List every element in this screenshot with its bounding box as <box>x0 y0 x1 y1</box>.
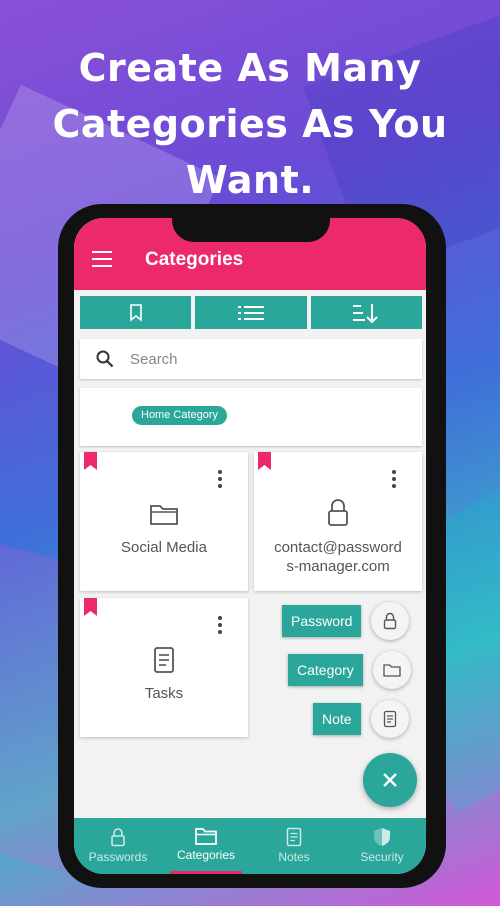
nav-passwords[interactable]: Passwords <box>74 818 162 874</box>
folder-icon <box>383 664 401 677</box>
list-icon <box>237 305 264 320</box>
phone-notch <box>172 204 330 242</box>
add-note-label[interactable]: Note <box>313 703 361 735</box>
bottom-navigation: Passwords Categories Notes Security <box>74 818 426 874</box>
add-category-label[interactable]: Category <box>288 654 363 686</box>
app-screen: Categories Home Category <box>74 218 426 874</box>
more-options-icon[interactable] <box>392 470 396 491</box>
nav-label: Passwords <box>88 850 148 864</box>
search-bar <box>80 339 422 379</box>
home-category-chip[interactable]: Home Category <box>132 406 228 425</box>
category-card-contact[interactable]: contact@password s-manager.com <box>254 452 422 591</box>
bookmark-icon <box>84 598 97 616</box>
add-password-button[interactable] <box>371 602 410 640</box>
more-options-icon[interactable] <box>218 616 222 637</box>
shield-icon <box>374 828 390 846</box>
nav-notes[interactable]: Notes <box>250 818 338 874</box>
lock-icon <box>254 498 422 528</box>
category-card-social-media[interactable]: Social Media <box>80 452 248 591</box>
promo-headline: Create As Many Categories As You Want. <box>0 40 500 208</box>
active-tab-indicator <box>170 871 242 874</box>
card-label: Social Media <box>121 539 207 556</box>
note-icon <box>383 710 396 728</box>
bookmark-icon <box>129 303 142 322</box>
nav-security[interactable]: Security <box>338 818 426 874</box>
lock-icon <box>384 612 397 630</box>
lock-icon <box>111 828 125 847</box>
nav-label: Notes <box>278 850 310 864</box>
close-fab-button[interactable] <box>363 753 417 807</box>
close-icon <box>383 773 397 787</box>
bookmark-icon <box>258 452 271 470</box>
fab-option-note: Note <box>313 700 409 738</box>
headline-line-1: Create As Many <box>78 46 422 90</box>
nav-label: Security <box>360 850 404 864</box>
sort-button[interactable] <box>310 296 422 329</box>
note-icon <box>286 827 302 847</box>
sort-icon <box>353 303 379 323</box>
card-label-line-1: contact@password <box>274 539 402 556</box>
headline-line-2: Categories As You Want. <box>52 102 448 202</box>
bookmark-filter-button[interactable] <box>80 296 192 329</box>
more-options-icon[interactable] <box>218 470 222 491</box>
search-input[interactable] <box>130 350 390 368</box>
category-card-tasks[interactable]: Tasks <box>80 598 248 737</box>
fab-option-category: Category <box>288 651 411 689</box>
bookmark-icon <box>84 452 97 470</box>
card-label-line-2: s-manager.com <box>286 558 390 575</box>
card-label: Tasks <box>144 685 184 702</box>
nav-categories[interactable]: Categories <box>162 818 250 874</box>
nav-label: Categories <box>176 848 236 862</box>
add-note-button[interactable] <box>370 700 409 738</box>
category-toolbar <box>80 296 422 329</box>
list-view-button[interactable] <box>195 296 307 329</box>
fab-option-password: Password <box>282 602 410 640</box>
add-category-button[interactable] <box>372 651 411 689</box>
folder-icon <box>195 828 217 845</box>
home-category-card[interactable]: Home Category <box>80 388 422 446</box>
page-title: Categories <box>145 249 244 270</box>
menu-icon[interactable] <box>92 251 112 267</box>
search-icon <box>96 350 114 368</box>
folder-icon <box>80 502 248 526</box>
note-icon <box>80 646 248 674</box>
add-password-label[interactable]: Password <box>282 605 362 637</box>
